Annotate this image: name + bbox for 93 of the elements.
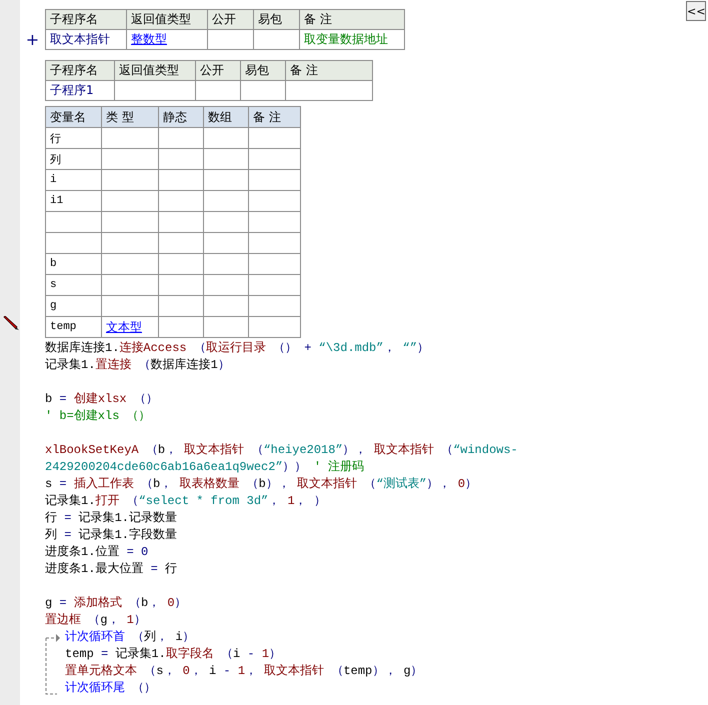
code-line: b = 创建xlsx （）: [45, 391, 159, 408]
table-cell: [248, 274, 300, 296]
code-line: 记录集1.置连接 （数据库连接1）: [45, 357, 231, 374]
table-cell: 文本型: [102, 316, 158, 338]
table-cell: [248, 232, 300, 254]
table-cell: [248, 316, 300, 338]
table-cell: [102, 128, 158, 148]
table-cell: [158, 274, 204, 296]
table-cell: [102, 254, 158, 274]
table-cell: [46, 212, 102, 232]
table-cell: [158, 232, 204, 254]
table-cell: [102, 212, 158, 232]
table-cell: [248, 128, 300, 148]
column-header: 数组: [204, 106, 248, 128]
column-header: 类 型: [102, 106, 158, 128]
column-header: 易包: [240, 60, 286, 80]
table-cell: [204, 170, 248, 190]
table-cell: [102, 274, 158, 296]
table-cell: [102, 296, 158, 316]
code-line: 记录集1.打开 （“select * from 3d”， 1， ）: [45, 493, 327, 510]
table-cell: b: [46, 254, 102, 274]
code-line: 计次循环首 （列， i）: [65, 629, 196, 646]
table-cell: [204, 232, 248, 254]
collapse-button[interactable]: <<: [686, 1, 706, 21]
table-cell: 列: [46, 148, 102, 170]
code-line: 置单元格文本 （s， 0， i - 1， 取文本指针 （temp）， g）: [65, 663, 423, 680]
column-header: 返回值类型: [114, 60, 196, 80]
table-cell: [158, 148, 204, 170]
code-line: g = 添加格式 （b， 0）: [45, 595, 188, 612]
table-cell: [204, 274, 248, 296]
table-cell: [46, 232, 102, 254]
column-header: 子程序名: [46, 10, 126, 30]
code-line: 进度条1.最大位置 = 行: [45, 561, 178, 578]
column-header: 易包: [254, 10, 300, 30]
table-cell: [102, 170, 158, 190]
table-cell: [248, 254, 300, 274]
table-cell: [196, 80, 240, 100]
code-line: ' b=创建xls （）: [45, 408, 152, 425]
table-cell: [158, 170, 204, 190]
table-cell: 行: [46, 128, 102, 148]
table-cell: [208, 30, 254, 50]
table-cell: [158, 296, 204, 316]
table-cell: [204, 316, 248, 338]
code-line: 计次循环尾 （）: [65, 680, 158, 697]
table-cell: [158, 212, 204, 232]
table-cell: [158, 190, 204, 212]
table-cell: 整数型: [126, 30, 208, 50]
table-cell: 子程序1: [46, 80, 114, 100]
column-header: 备 注: [286, 60, 372, 80]
code-line: 数据库连接1.连接Access （取运行目录 （） + “\3d.mdb”， “”）: [45, 340, 430, 357]
table-cell: [204, 128, 248, 148]
table-cell: [248, 170, 300, 190]
table-cell: [102, 190, 158, 212]
code-line: 行 = 记录集1.记录数量: [45, 510, 178, 527]
table-cell: s: [46, 274, 102, 296]
code-line: xlBookSetKeyA （b， 取文本指针 （“heiye2018”）， 取文本指针 （“windows-2429200204cde60c6ab16a6ea1q9wec2”）） ' 注册码: [45, 442, 519, 476]
table-cell: [254, 30, 300, 50]
table-cell: i1: [46, 190, 102, 212]
table-cell: [248, 212, 300, 232]
column-header: 静态: [158, 106, 204, 128]
column-header: 备 注: [300, 10, 404, 30]
table-cell: i: [46, 170, 102, 190]
table-cell: g: [46, 296, 102, 316]
table-cell: [248, 148, 300, 170]
code-line: 进度条1.位置 = 0: [45, 544, 150, 561]
table-cell: [204, 296, 248, 316]
code-line: temp = 记录集1.取字段名 （i - 1）: [65, 646, 282, 663]
pencil-icon: [3, 316, 19, 330]
table-cell: [204, 212, 248, 232]
column-header: 返回值类型: [126, 10, 208, 30]
code-line: 列 = 记录集1.字段数量: [45, 527, 178, 544]
table-cell: [158, 316, 204, 338]
table-cell: temp: [46, 316, 102, 338]
table-cell: [248, 296, 300, 316]
table-cell: [248, 190, 300, 212]
table-cell: [204, 254, 248, 274]
table-cell: [240, 80, 286, 100]
code-line: 置边框 （g， 1）: [45, 612, 147, 629]
table-cell: 取文本指针: [46, 30, 126, 50]
table-cell: [158, 254, 204, 274]
code-line: s = 插入工作表 （b， 取表格数量 （b）， 取文本指针 （“测试表”）， 0）: [45, 476, 478, 493]
table-cell: [158, 128, 204, 148]
column-header: 备 注: [248, 106, 300, 128]
expand-toggle[interactable]: +: [26, 30, 40, 50]
table-cell: 取变量数据地址: [300, 30, 404, 50]
table-cell: [102, 232, 158, 254]
column-header: 公开: [196, 60, 240, 80]
table-cell: [204, 190, 248, 212]
column-header: 子程序名: [46, 60, 114, 80]
column-header: 公开: [208, 10, 254, 30]
table-cell: [204, 148, 248, 170]
column-header: 变量名: [46, 106, 102, 128]
table-cell: [102, 148, 158, 170]
